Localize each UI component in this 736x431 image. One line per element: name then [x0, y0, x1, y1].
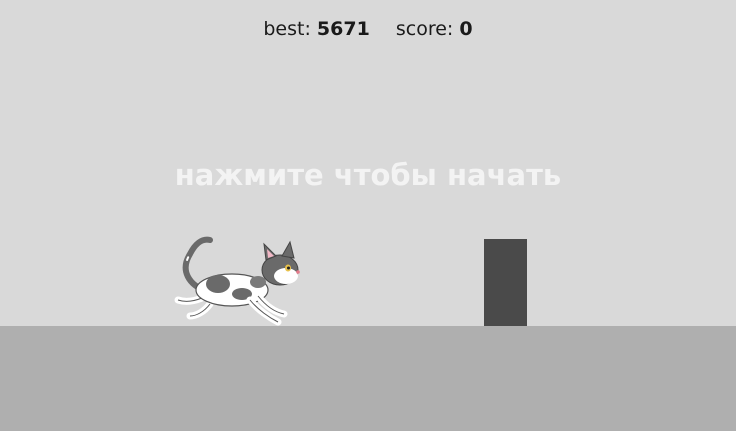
best-score: best: 5671 [263, 18, 369, 40]
game-canvas[interactable]: best: 5671 score: 0 нажмите чтобы начать [0, 0, 736, 431]
running-cat-sprite [174, 236, 300, 326]
start-prompt[interactable]: нажмите чтобы начать [0, 158, 736, 192]
ground [0, 326, 736, 431]
current-score: score: 0 [396, 18, 473, 40]
best-score-label: best: [263, 18, 311, 40]
best-score-value: 5671 [316, 18, 370, 40]
current-score-label: score: [395, 18, 454, 40]
score-bar: best: 5671 score: 0 [0, 18, 736, 40]
obstacle-block [484, 239, 527, 326]
current-score-value: 0 [459, 18, 473, 40]
